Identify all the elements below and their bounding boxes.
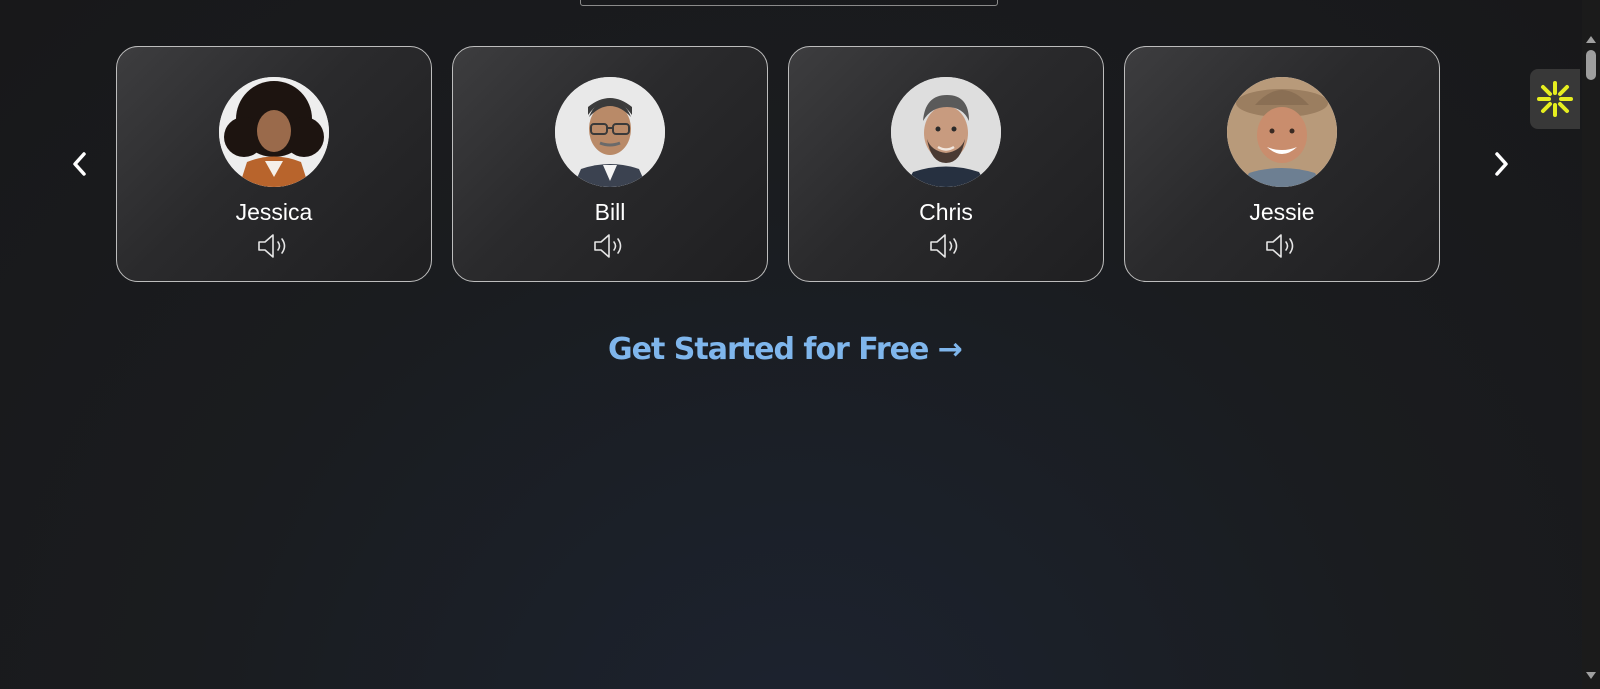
voice-name: Chris	[919, 199, 973, 225]
speaker-icon[interactable]	[592, 232, 628, 260]
carousel-next-button[interactable]	[1483, 146, 1519, 182]
voice-name: Jessica	[235, 199, 313, 225]
get-started-link[interactable]: Get Started for Free →	[0, 332, 1570, 367]
voice-card-jessie[interactable]: Jessie	[1124, 46, 1440, 282]
chevron-left-icon	[73, 152, 86, 176]
voice-name: Bill	[594, 199, 626, 225]
avatar	[219, 77, 329, 187]
voice-carousel: Jessica Bill Chris Jessie	[0, 46, 1570, 284]
avatar	[1227, 77, 1337, 187]
chevron-right-icon	[1495, 152, 1508, 176]
scroll-up-arrow-icon[interactable]	[1586, 36, 1596, 43]
voice-card-jessica[interactable]: Jessica	[116, 46, 432, 282]
scroll-thumb[interactable]	[1586, 50, 1596, 80]
voice-card-bill[interactable]: Bill	[452, 46, 768, 282]
avatar	[891, 77, 1001, 187]
scroll-down-arrow-icon[interactable]	[1586, 672, 1596, 679]
asterisk-burst-icon	[1537, 81, 1573, 117]
speaker-icon[interactable]	[1264, 232, 1300, 260]
avatar	[555, 77, 665, 187]
speaker-icon[interactable]	[256, 232, 292, 260]
voice-name: Jessie	[1249, 199, 1315, 225]
carousel-prev-button[interactable]	[62, 146, 98, 182]
page-scrollbar[interactable]	[1582, 0, 1600, 689]
search-input-edge[interactable]	[580, 0, 998, 6]
voice-card-chris[interactable]: Chris	[788, 46, 1104, 282]
side-widget-button[interactable]	[1530, 69, 1580, 129]
speaker-icon[interactable]	[928, 232, 964, 260]
